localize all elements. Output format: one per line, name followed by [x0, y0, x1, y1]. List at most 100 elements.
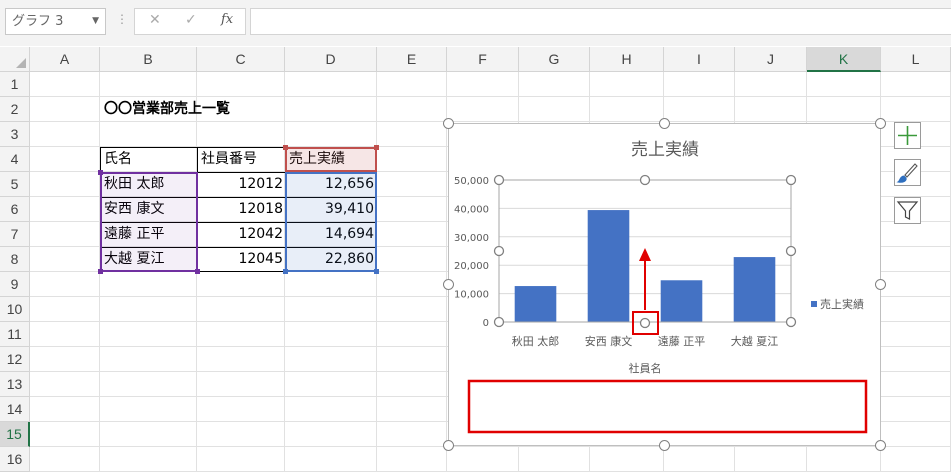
cell-b16[interactable] — [100, 447, 197, 472]
cell-d14[interactable] — [285, 397, 377, 422]
cell-l16[interactable] — [881, 447, 951, 472]
bar[interactable] — [514, 286, 557, 322]
cell-d12[interactable] — [285, 347, 377, 372]
more-options-icon[interactable]: ⋮ — [116, 12, 128, 26]
cell-e11[interactable] — [377, 322, 447, 347]
cell-e15[interactable] — [377, 422, 447, 447]
cell-a5[interactable] — [30, 172, 100, 197]
cell-b12[interactable] — [100, 347, 197, 372]
cell-b13[interactable] — [100, 372, 197, 397]
cell-a3[interactable] — [30, 122, 100, 147]
row-header-13[interactable]: 13 — [0, 372, 30, 397]
column-header-c[interactable]: C — [197, 47, 285, 72]
name-box[interactable]: グラフ 3 ▼ — [5, 8, 106, 35]
cell-b10[interactable] — [100, 297, 197, 322]
chart-title[interactable]: 売上実績 — [631, 140, 699, 160]
cell-g2[interactable] — [519, 97, 590, 122]
cell-i16[interactable] — [664, 447, 735, 472]
range-handle[interactable] — [283, 269, 288, 274]
cell-l14[interactable] — [881, 397, 951, 422]
chart-resize-handle[interactable] — [875, 279, 886, 290]
range-handle[interactable] — [374, 269, 379, 274]
cell-g16[interactable] — [519, 447, 590, 472]
cell-l8[interactable] — [881, 247, 951, 272]
cell-f1[interactable] — [447, 72, 519, 97]
row-header-6[interactable]: 6 — [0, 197, 30, 222]
cell-l15[interactable] — [881, 422, 951, 447]
cell-c14[interactable] — [197, 397, 285, 422]
cell-e6[interactable] — [377, 197, 447, 222]
enter-icon[interactable]: ✓ — [185, 12, 197, 28]
column-header-e[interactable]: E — [377, 47, 447, 72]
row-header-3[interactable]: 3 — [0, 122, 30, 147]
chart-elements-button[interactable] — [894, 122, 921, 149]
column-header-d[interactable]: D — [285, 47, 377, 72]
cell-b11[interactable] — [100, 322, 197, 347]
row-header-14[interactable]: 14 — [0, 397, 30, 422]
cell-j1[interactable] — [735, 72, 807, 97]
cell-d3[interactable] — [285, 122, 377, 147]
column-header-l[interactable]: L — [881, 47, 951, 72]
chart-resize-handle[interactable] — [875, 440, 886, 451]
cell-c1[interactable] — [197, 72, 285, 97]
cell-d15[interactable] — [285, 422, 377, 447]
range-handle[interactable] — [195, 269, 200, 274]
row-header-5[interactable]: 5 — [0, 172, 30, 197]
cell-e2[interactable] — [377, 97, 447, 122]
cell-d1[interactable] — [285, 72, 377, 97]
cell-l1[interactable] — [881, 72, 951, 97]
cell-k2[interactable] — [807, 97, 881, 122]
cell-e1[interactable] — [377, 72, 447, 97]
cell-i1[interactable] — [664, 72, 735, 97]
range-handle[interactable] — [98, 269, 103, 274]
cell-e13[interactable] — [377, 372, 447, 397]
formula-input[interactable] — [250, 8, 951, 35]
cell-l11[interactable] — [881, 322, 951, 347]
cell-a4[interactable] — [30, 147, 100, 172]
cell-a13[interactable] — [30, 372, 100, 397]
column-header-i[interactable]: I — [664, 47, 735, 72]
cell-c3[interactable] — [197, 122, 285, 147]
cell-b15[interactable] — [100, 422, 197, 447]
column-header-f[interactable]: F — [447, 47, 519, 72]
cell-l10[interactable] — [881, 297, 951, 322]
x-axis-title[interactable]: 社員名 — [629, 361, 662, 375]
chart-resize-handle[interactable] — [443, 279, 454, 290]
cell-e3[interactable] — [377, 122, 447, 147]
cell-d11[interactable] — [285, 322, 377, 347]
cancel-icon[interactable]: ✕ — [149, 12, 161, 28]
row-header-4[interactable]: 4 — [0, 147, 30, 172]
cell-f2[interactable] — [447, 97, 519, 122]
cell-e8[interactable] — [377, 247, 447, 272]
cell-e7[interactable] — [377, 222, 447, 247]
cell-a16[interactable] — [30, 447, 100, 472]
range-handle[interactable] — [374, 145, 379, 150]
cell-c10[interactable] — [197, 297, 285, 322]
column-header-j[interactable]: J — [735, 47, 807, 72]
cell-a8[interactable] — [30, 247, 100, 272]
cell-c16[interactable] — [197, 447, 285, 472]
chart-resize-handle[interactable] — [443, 118, 454, 129]
chart-resize-handle[interactable] — [443, 440, 454, 451]
row-header-15[interactable]: 15 — [0, 422, 30, 447]
chart-filters-button[interactable] — [894, 197, 921, 224]
range-handle[interactable] — [283, 145, 288, 150]
cell-a12[interactable] — [30, 347, 100, 372]
column-header-k[interactable]: K — [807, 47, 881, 72]
range-handle[interactable] — [98, 170, 103, 175]
row-header-11[interactable]: 11 — [0, 322, 30, 347]
cell-a11[interactable] — [30, 322, 100, 347]
row-header-10[interactable]: 10 — [0, 297, 30, 322]
cell-g1[interactable] — [519, 72, 590, 97]
cell-l7[interactable] — [881, 222, 951, 247]
cell-a7[interactable] — [30, 222, 100, 247]
cell-c15[interactable] — [197, 422, 285, 447]
row-header-9[interactable]: 9 — [0, 272, 30, 297]
select-all-corner[interactable] — [0, 47, 30, 72]
cell-c11[interactable] — [197, 322, 285, 347]
cell-c9[interactable] — [197, 272, 285, 297]
cell-e12[interactable] — [377, 347, 447, 372]
cell-b9[interactable] — [100, 272, 197, 297]
column-header-h[interactable]: H — [590, 47, 664, 72]
bar[interactable] — [660, 280, 703, 322]
